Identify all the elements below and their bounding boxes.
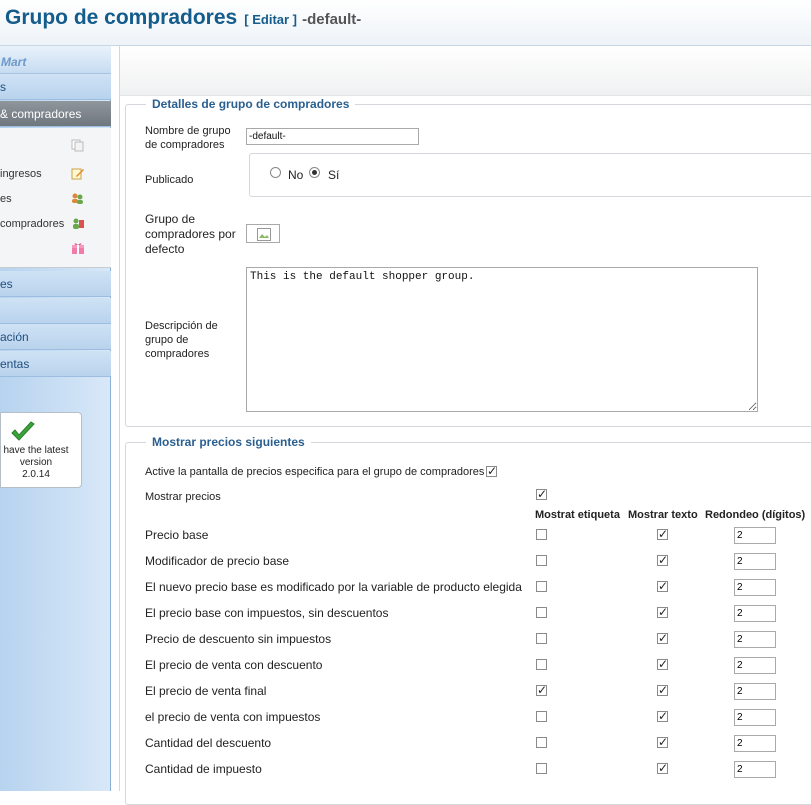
price-row-label: El precio de venta final — [145, 684, 267, 698]
show-text-checkbox[interactable]: ✓ — [657, 554, 668, 566]
rounding-input[interactable] — [734, 709, 776, 726]
show-label-checkbox[interactable] — [536, 763, 547, 774]
show-prices-checkbox[interactable]: ✓ — [536, 488, 547, 500]
group-name-input[interactable] — [246, 128, 419, 145]
edit-link[interactable]: [ Editar ] — [244, 12, 297, 27]
details-legend: Detalles de grupo de compradores — [152, 97, 350, 111]
version-text: have the latest version 2.0.14 — [0, 445, 79, 481]
sidebar-item-6[interactable]: entas — [0, 351, 111, 377]
show-label-checkbox[interactable] — [536, 659, 547, 670]
submenu-item-label: es — [0, 193, 12, 205]
rounding-input[interactable] — [734, 527, 776, 544]
show-text-checkbox[interactable]: ✓ — [657, 658, 668, 670]
price-row-label: El nuevo precio base es modificado por l… — [145, 580, 522, 594]
price-row-label: Cantidad del descuento — [145, 736, 272, 750]
sidebar-item-4[interactable] — [0, 298, 111, 324]
price-row-label: Precio de descuento sin impuestos — [145, 632, 332, 646]
activate-label: Active la pantalla de precios especifica… — [145, 466, 485, 478]
default-toggle[interactable] — [246, 224, 280, 243]
version-line-2: version — [19, 457, 53, 468]
col-show-label: Mostrat etiqueta — [535, 509, 620, 521]
show-text-checkbox[interactable]: ✓ — [657, 736, 668, 748]
sidebar-submenu: ingresos es compradores — [0, 128, 111, 268]
price-row-label: Precio base — [145, 528, 209, 542]
gift-icon — [72, 243, 84, 254]
price-row-label: Modificador de precio base — [145, 554, 290, 568]
rounding-input[interactable] — [734, 605, 776, 622]
show-text-checkbox[interactable]: ✓ — [657, 528, 668, 540]
radio-no[interactable] — [270, 167, 281, 178]
shopper-group-icon — [73, 218, 84, 229]
show-label-checkbox[interactable] — [536, 711, 547, 722]
submenu-item-1[interactable] — [0, 134, 111, 158]
default-group-label: Grupo de compradores por defecto — [145, 212, 236, 256]
prices-legend: Mostrar precios siguientes — [152, 435, 305, 449]
check-icon — [11, 421, 35, 441]
page-header: Grupo de compradores [ Editar ] -default… — [0, 0, 811, 46]
version-box: have the latest version 2.0.14 — [0, 412, 82, 488]
show-text-checkbox[interactable]: ✓ — [657, 632, 668, 644]
show-label-checkbox[interactable] — [536, 633, 547, 644]
show-label-checkbox[interactable] — [536, 555, 547, 566]
activate-checkbox[interactable]: ✓ — [486, 465, 497, 477]
submenu-item-3[interactable]: es — [0, 187, 111, 211]
rounding-input[interactable] — [734, 735, 776, 752]
rounding-input[interactable] — [734, 553, 776, 570]
content-border — [119, 96, 120, 791]
submenu-item-label: ingresos — [0, 168, 42, 180]
version-line-1: have the latest — [3, 445, 69, 456]
edit-note-icon — [71, 168, 84, 180]
sidebar-item-1[interactable]: s — [0, 74, 111, 100]
version-number: 2.0.14 — [22, 469, 50, 480]
radio-yes-label: Sí — [328, 168, 340, 182]
price-row-label: El precio base con impuestos, sin descue… — [145, 606, 389, 620]
toolbar-area — [119, 46, 811, 96]
show-prices-label: Mostrar precios — [145, 491, 221, 503]
rounding-input[interactable] — [734, 657, 776, 674]
submenu-item-label: compradores — [0, 218, 65, 230]
title-line: Grupo de compradores [ Editar ] -default… — [5, 6, 361, 30]
show-text-checkbox[interactable]: ✓ — [657, 580, 668, 592]
show-label-checkbox[interactable] — [536, 607, 547, 618]
description-textarea[interactable]: This is the default shopper group. — [246, 267, 758, 412]
show-label-checkbox[interactable]: ✓ — [536, 684, 547, 696]
logo-bar: Mart — [0, 46, 111, 74]
rounding-input[interactable] — [734, 631, 776, 648]
copy-icon — [71, 139, 84, 152]
record-name: -default- — [302, 11, 362, 28]
show-text-checkbox[interactable]: ✓ — [657, 710, 668, 722]
show-label-checkbox[interactable] — [536, 529, 547, 540]
radio-no-label: No — [288, 168, 304, 182]
submenu-item-2[interactable]: ingresos — [0, 162, 111, 186]
price-row-label: El precio de venta con descuento — [145, 658, 323, 672]
broken-image-icon — [257, 228, 271, 241]
sidebar-item-3[interactable]: es — [0, 271, 111, 297]
sidebar: Mart s & compradores ingresos es comprad… — [0, 46, 111, 791]
description-label: Descripción de grupo de compradores — [145, 320, 218, 360]
col-rounding: Redondeo (dígitos) — [705, 509, 806, 521]
price-row-label: el precio de venta con impuestos — [145, 710, 321, 724]
price-row-label: Cantidad de impuesto — [145, 762, 262, 776]
sidebar-item-shopper-groups[interactable]: & compradores — [0, 101, 111, 127]
rounding-input[interactable] — [734, 761, 776, 778]
rounding-input[interactable] — [734, 683, 776, 700]
show-text-checkbox[interactable]: ✓ — [657, 684, 668, 696]
published-label: Publicado — [145, 174, 194, 186]
page-title: Grupo de compradores — [5, 6, 238, 29]
sidebar-item-5[interactable]: ación — [0, 324, 111, 350]
show-label-checkbox[interactable] — [536, 581, 547, 592]
rounding-input[interactable] — [734, 579, 776, 596]
col-show-text: Mostrar texto — [628, 509, 698, 521]
show-label-checkbox[interactable] — [536, 737, 547, 748]
submenu-item-5[interactable] — [0, 237, 111, 261]
submenu-item-4[interactable]: compradores — [0, 212, 111, 236]
show-text-checkbox[interactable]: ✓ — [657, 762, 668, 774]
show-text-checkbox[interactable]: ✓ — [657, 606, 668, 618]
users-icon — [72, 193, 83, 204]
logo: Mart — [1, 55, 27, 69]
group-name-label: Nombre de grupo de compradores — [145, 125, 231, 151]
radio-yes[interactable] — [309, 167, 320, 178]
